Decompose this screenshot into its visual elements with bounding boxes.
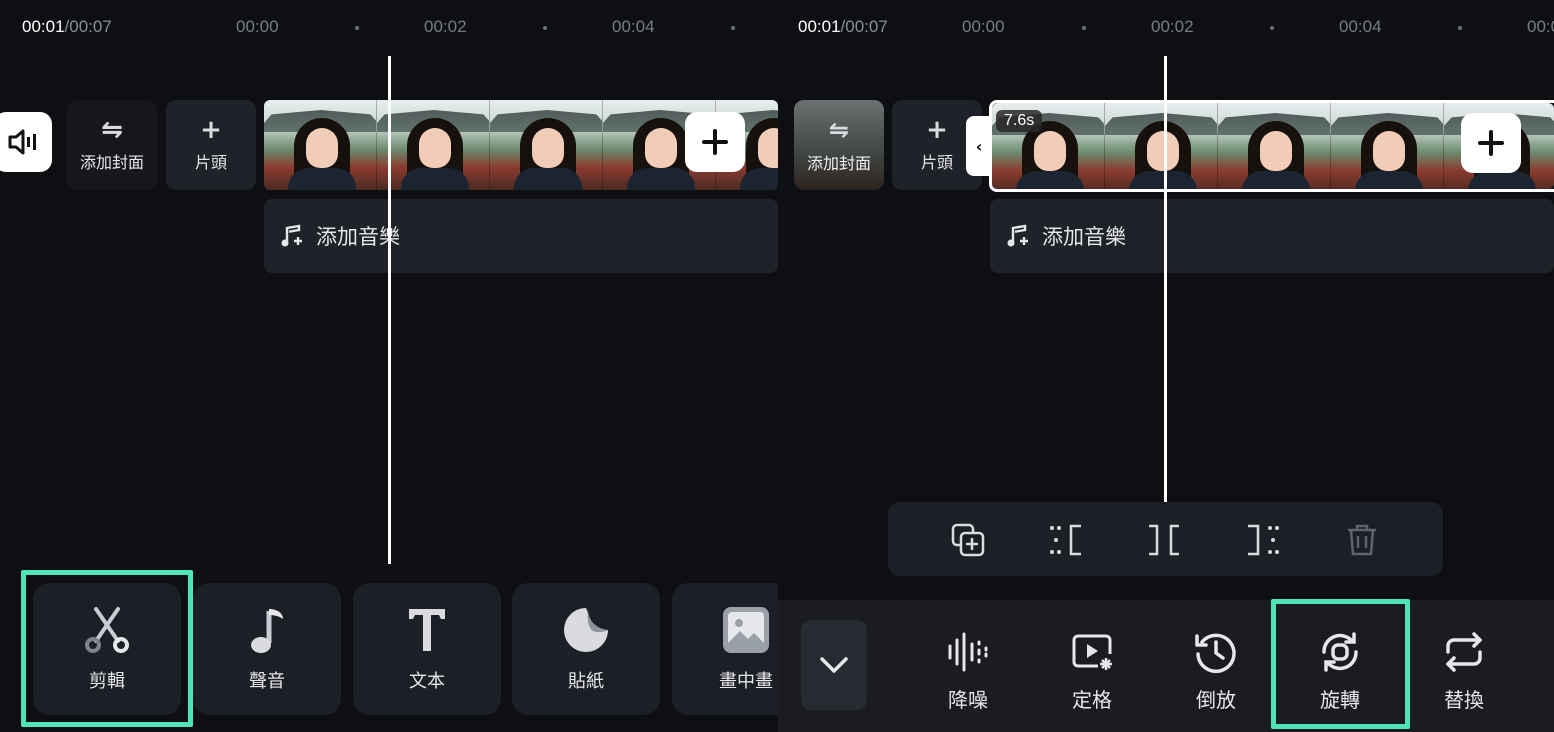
tool-denoise[interactable]: 降噪 — [923, 630, 1013, 713]
current-time: 00:01 — [22, 17, 65, 36]
tool-reverse[interactable]: 倒放 — [1171, 630, 1261, 713]
delete-button[interactable] — [1342, 520, 1382, 560]
chevron-left-icon: ‹ — [975, 136, 983, 156]
split-button[interactable] — [1144, 520, 1184, 560]
duplicate-button[interactable] — [948, 520, 988, 560]
tick-dot — [731, 26, 735, 30]
tool-text[interactable]: 文本 — [353, 583, 501, 715]
split-left-icon — [1050, 524, 1081, 556]
video-frame — [377, 100, 490, 190]
playhead[interactable] — [388, 56, 391, 564]
trim-handle-left[interactable]: ‹ — [966, 116, 992, 176]
add-cover-label: 添加封面 — [806, 154, 871, 173]
add-music-track[interactable]: 添加音樂 — [990, 199, 1554, 273]
speaker-icon — [8, 129, 36, 155]
timeline-ruler: 00:01/00:07 00:00 00:02 00:04 00:0 — [778, 0, 1554, 56]
tool-audio-label: 聲音 — [249, 671, 285, 692]
total-time: /00:07 — [840, 17, 888, 36]
video-frame — [264, 100, 377, 190]
tool-sticker[interactable]: 貼紙 — [512, 583, 660, 715]
tick-label: 00:0 — [1527, 17, 1554, 36]
tick-label: 00:00 — [236, 17, 279, 36]
image-icon — [723, 607, 769, 653]
time-display: 00:01/00:07 — [22, 17, 112, 37]
tick-label: 00:00 — [962, 17, 1005, 36]
add-music-label: 添加音樂 — [1042, 225, 1126, 249]
tool-freeze-frame-label: 定格 — [1072, 688, 1112, 712]
add-intro-label: 片頭 — [920, 153, 953, 172]
chevron-down-icon — [820, 657, 848, 673]
tick-dot — [543, 26, 547, 30]
swap-icon: ⇋ — [101, 115, 123, 145]
mute-audio-button[interactable] — [0, 112, 52, 172]
music-add-icon — [1007, 224, 1028, 247]
right-screen: 00:01/00:07 00:00 00:02 00:04 00:0 ⇋ 添加封… — [778, 0, 1554, 732]
tool-sticker-label: 貼紙 — [568, 671, 604, 692]
tool-replace[interactable]: 替換 — [1419, 630, 1509, 713]
trash-icon — [1348, 524, 1376, 556]
add-cover-button[interactable]: ⇋ 添加封面 — [67, 100, 157, 190]
duplicate-icon — [951, 523, 985, 557]
tool-denoise-label: 降噪 — [948, 688, 988, 712]
tool-picture-in-picture[interactable]: 畫中畫 — [672, 583, 778, 715]
tool-audio[interactable]: 聲音 — [193, 583, 341, 715]
timeline-ruler: 00:01/00:07 00:00 00:02 00:04 — [0, 0, 778, 56]
plus-icon — [1478, 130, 1504, 156]
plus-icon: + — [926, 115, 948, 145]
tick-dot — [1458, 26, 1462, 30]
tool-picture-in-picture-label: 畫中畫 — [719, 671, 773, 692]
split-keep-right-button[interactable] — [1046, 520, 1086, 560]
music-note-icon — [251, 609, 283, 653]
clip-duration-badge: 7.6s — [996, 110, 1043, 132]
add-intro-label: 片頭 — [194, 153, 227, 172]
cover-overlay: ⇋ 添加封面 — [794, 100, 884, 190]
tool-reverse-label: 倒放 — [1196, 688, 1236, 712]
tick-dot — [1082, 26, 1086, 30]
add-clip-button[interactable] — [685, 112, 745, 172]
total-time: /00:07 — [64, 17, 112, 36]
current-time: 00:01 — [798, 17, 841, 36]
collapse-button[interactable] — [801, 620, 867, 710]
highlight-box — [21, 570, 193, 727]
plus-icon — [702, 129, 728, 155]
text-icon — [409, 609, 445, 651]
add-cover-label: 添加封面 — [79, 153, 144, 172]
add-cover-button[interactable]: ⇋ 添加封面 — [794, 100, 884, 190]
tick-label: 00:02 — [1151, 17, 1194, 36]
add-intro-button[interactable]: + 片頭 — [166, 100, 256, 190]
time-display: 00:01/00:07 — [798, 17, 888, 37]
tick-label: 00:04 — [1339, 17, 1382, 36]
tool-freeze-frame[interactable]: 定格 — [1047, 630, 1137, 713]
split-icon — [1149, 524, 1179, 556]
replace-icon — [1446, 632, 1482, 672]
add-clip-button[interactable] — [1461, 113, 1521, 173]
sticker-icon — [564, 608, 608, 652]
tool-text-label: 文本 — [409, 671, 445, 692]
video-frame — [490, 100, 603, 190]
left-screen: 00:01/00:07 00:00 00:02 00:04 ⇋ 添加封面 + 片… — [0, 0, 778, 732]
tick-label: 00:04 — [612, 17, 655, 36]
split-right-icon — [1248, 524, 1279, 556]
denoise-icon — [948, 632, 988, 672]
highlight-box — [1271, 599, 1410, 729]
add-music-track[interactable]: 添加音樂 — [264, 199, 778, 273]
tick-dot — [355, 26, 359, 30]
playhead[interactable] — [1164, 56, 1167, 502]
clip-edit-toolbar — [888, 502, 1443, 576]
tick-label: 00:02 — [424, 17, 467, 36]
plus-icon: + — [200, 115, 222, 145]
swap-icon: ⇋ — [828, 116, 850, 144]
clip-tools-bar: 降噪 定格 倒放 旋轉 替換 — [778, 600, 1554, 732]
tool-replace-label: 替換 — [1444, 688, 1484, 712]
tick-dot — [1270, 26, 1274, 30]
split-keep-left-button[interactable] — [1243, 520, 1283, 560]
reverse-icon — [1195, 633, 1236, 674]
music-add-icon — [281, 224, 302, 247]
freeze-frame-icon — [1072, 634, 1112, 670]
